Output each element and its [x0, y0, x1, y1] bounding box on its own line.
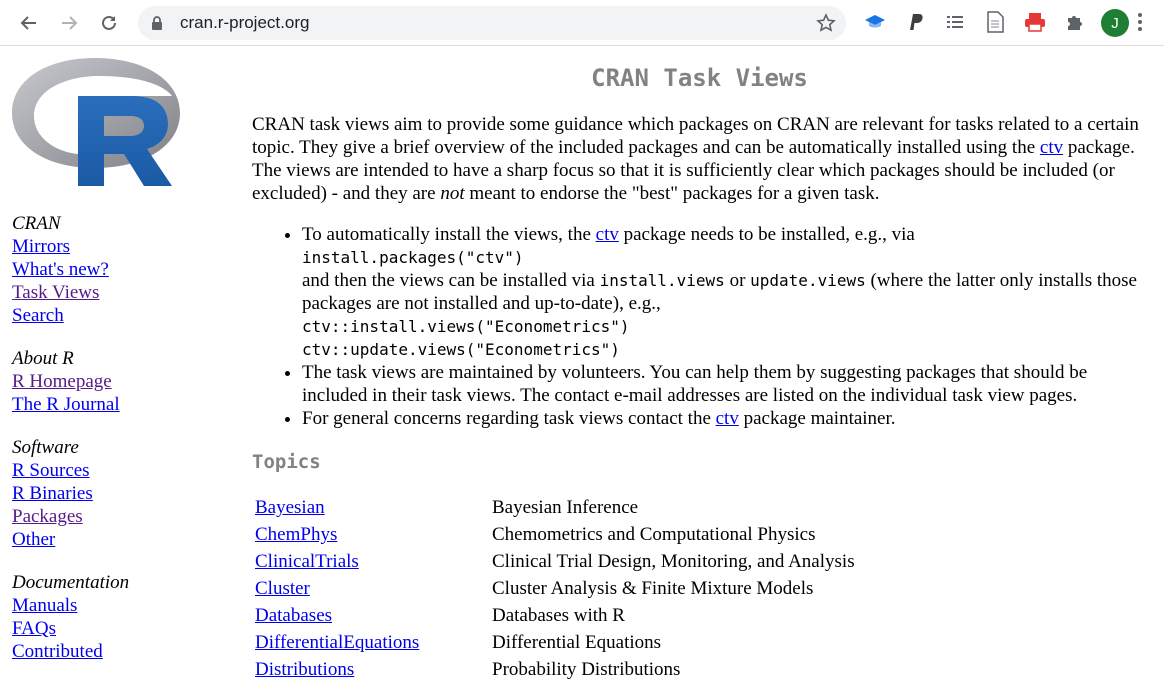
nav-link-other[interactable]: Other [12, 528, 93, 551]
topic-name-cell: ClinicalTrials [252, 548, 489, 575]
nav-link-search[interactable]: Search [12, 304, 109, 327]
browser-toolbar: cran.r-project.org J [0, 0, 1164, 46]
profile-avatar[interactable]: J [1101, 9, 1129, 37]
nav-link-r-journal[interactable]: The R Journal [12, 393, 120, 416]
table-row: DifferentialEquations Differential Equati… [252, 629, 858, 656]
table-row: Cluster Cluster Analysis & Finite Mixture… [252, 575, 858, 602]
topic-description: Bayesian Inference [492, 497, 639, 518]
nav-link-mirrors[interactable]: Mirrors [12, 235, 109, 258]
topic-link[interactable]: ClinicalTrials [255, 551, 359, 572]
code-snippet: ctv::update.views("Econometrics") [302, 340, 620, 359]
topic-description: Clinical Trial Design, Monitoring, and A… [492, 551, 855, 572]
list-item: To automatically install the views, the … [302, 223, 1147, 361]
topic-description: Databases with R [492, 605, 625, 626]
list-text: package maintainer. [738, 408, 896, 429]
sidebar [12, 56, 212, 197]
list-text: or [724, 270, 751, 291]
nav-link-packages[interactable]: Packages [12, 505, 93, 528]
nav-group-documentation: Documentation Manuals FAQs Contributed [12, 571, 129, 663]
topic-description: Probability Distributions [492, 659, 681, 680]
nav-heading: Software [12, 437, 79, 458]
topic-link[interactable]: Cluster [255, 578, 310, 599]
topic-name-cell: Distributions [252, 656, 489, 683]
table-row: Bayesian Bayesian Inference [252, 494, 858, 521]
printer-icon[interactable] [1023, 10, 1047, 34]
topic-name-cell: ChemPhys [252, 521, 489, 548]
intro-text: meant to endorse the "best" packages for… [464, 183, 880, 204]
topic-description: Differential Equations [492, 632, 662, 653]
nav-link-r-homepage[interactable]: R Homepage [12, 370, 120, 393]
table-row: Databases Databases with R [252, 602, 858, 629]
nav-group-software: Software R Sources R Binaries Packages O… [12, 436, 93, 551]
nav-heading: CRAN [12, 213, 61, 234]
topic-link[interactable]: Distributions [255, 659, 354, 680]
ctv-link[interactable]: ctv [596, 224, 619, 245]
topic-description: Cluster Analysis & Finite Mixture Models [492, 578, 814, 599]
paypal-icon[interactable] [903, 10, 927, 34]
topic-link[interactable]: Bayesian [255, 497, 325, 518]
main-content: CRAN Task Views CRAN task views aim to p… [252, 56, 1147, 683]
list-text: and then the views can be installed via [302, 270, 600, 291]
nav-heading: About R [12, 348, 74, 369]
intro-text: CRAN task views aim to provide some guid… [252, 114, 1139, 158]
reading-list-icon[interactable] [943, 10, 967, 34]
document-icon[interactable] [983, 10, 1007, 34]
forward-icon[interactable] [55, 9, 83, 37]
puzzle-icon[interactable] [1063, 10, 1087, 34]
table-row: ChemPhys Chemometrics and Computational P… [252, 521, 858, 548]
list-item: The task views are maintained by volunte… [302, 361, 1147, 407]
nav-link-manuals[interactable]: Manuals [12, 594, 129, 617]
topic-link[interactable]: DifferentialEquations [255, 632, 419, 653]
ctv-link[interactable]: ctv [716, 408, 739, 429]
nav-heading: Documentation [12, 572, 130, 593]
list-text: To automatically install the views, the [302, 224, 596, 245]
url-text[interactable]: cran.r-project.org [180, 13, 309, 33]
topics-heading: Topics [252, 451, 321, 473]
nav-link-task-views[interactable]: Task Views [12, 281, 109, 304]
code-snippet: update.views [750, 271, 866, 290]
topic-name-cell: Databases [252, 602, 489, 629]
address-bar[interactable]: cran.r-project.org [138, 6, 846, 40]
topics-table: Bayesian Bayesian Inference ChemPhys Chemom… [252, 494, 858, 683]
emphasis-text: not [440, 183, 465, 204]
nav-link-r-sources[interactable]: R Sources [12, 459, 93, 482]
reload-icon[interactable] [95, 9, 123, 37]
page-title: CRAN Task Views [591, 64, 808, 92]
menu-dots-icon[interactable] [1136, 10, 1144, 39]
mortarboard-icon[interactable] [863, 10, 887, 34]
nav-link-faqs[interactable]: FAQs [12, 617, 129, 640]
r-logo-icon[interactable] [12, 56, 182, 192]
nav-link-r-binaries[interactable]: R Binaries [12, 482, 93, 505]
list-item: For general concerns regarding task view… [302, 407, 1147, 430]
ctv-link[interactable]: ctv [1040, 137, 1063, 158]
list-text: package needs to be installed, e.g., via [618, 224, 915, 245]
nav-group-about-r: About R R Homepage The R Journal [12, 347, 120, 416]
star-icon[interactable] [816, 13, 836, 38]
nav-link-contributed[interactable]: Contributed [12, 640, 129, 663]
list-text: For general concerns regarding task view… [302, 408, 716, 429]
table-row: ClinicalTrials Clinical Trial Design, Mon… [252, 548, 858, 575]
code-snippet: ctv::install.views("Econometrics") [302, 317, 630, 336]
nav-group-cran: CRAN Mirrors What's new? Task Views Sear… [12, 212, 109, 327]
topic-description: Chemometrics and Computational Physics [492, 524, 816, 545]
topic-name-cell: Cluster [252, 575, 489, 602]
info-list: To automatically install the views, the … [252, 223, 1147, 430]
topic-name-cell: DifferentialEquations [252, 629, 489, 656]
intro-paragraph: CRAN task views aim to provide some guid… [252, 113, 1147, 205]
back-icon[interactable] [15, 9, 43, 37]
topic-link[interactable]: Databases [255, 605, 332, 626]
code-snippet: install.views [599, 271, 725, 290]
table-row: Distributions Probability Distributions [252, 656, 858, 683]
nav-link-whats-new[interactable]: What's new? [12, 258, 109, 281]
code-snippet: install.packages("ctv") [302, 248, 524, 267]
topic-name-cell: Bayesian [252, 494, 489, 521]
lock-icon[interactable] [150, 15, 164, 36]
topic-link[interactable]: ChemPhys [255, 524, 337, 545]
